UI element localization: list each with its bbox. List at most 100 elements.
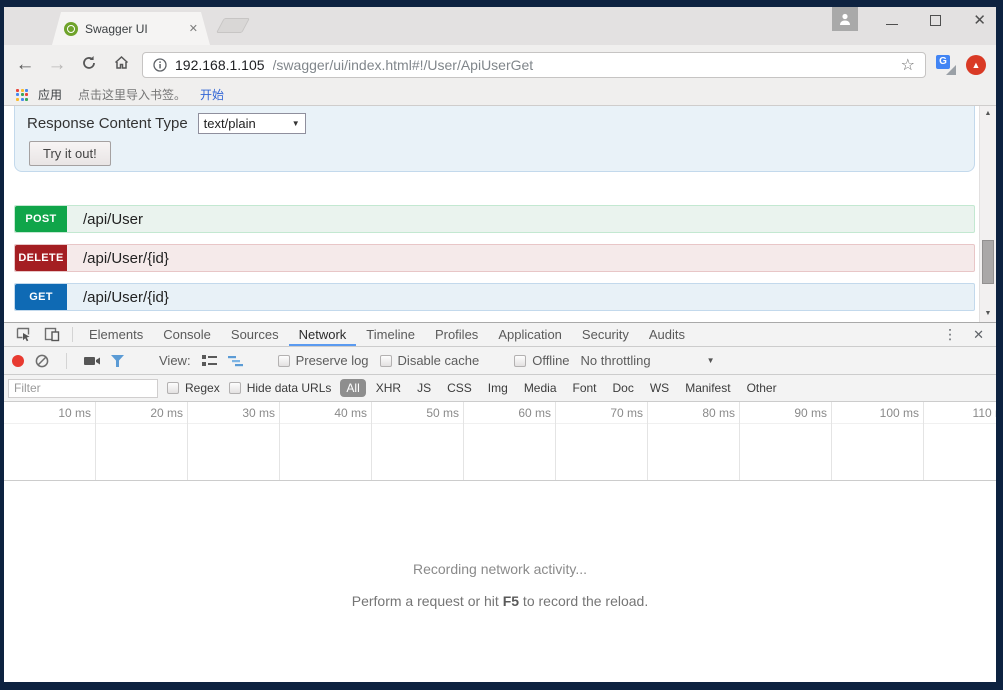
apps-grid-icon[interactable]	[16, 89, 28, 101]
resource-type-filter[interactable]: CSS	[441, 379, 478, 397]
forward-icon[interactable]: →	[46, 55, 68, 74]
preserve-log-label: Preserve log	[296, 353, 369, 368]
page-scrollbar[interactable]: ▲ ▼	[979, 106, 996, 322]
ruler-tick-label: 20 ms	[96, 402, 187, 424]
preserve-log-checkbox[interactable]	[278, 355, 290, 367]
endpoints-list: POST /api/User DELETE /api/User/{id} GET…	[4, 106, 996, 322]
ruler-column: 20 ms	[96, 402, 188, 480]
devtools-tab[interactable]: Elements	[79, 323, 153, 346]
http-method-badge: DELETE	[15, 245, 67, 271]
resource-type-filter[interactable]: WS	[644, 379, 675, 397]
profile-avatar-icon[interactable]	[832, 7, 858, 31]
ruler-tick-label: 100 ms	[832, 402, 923, 424]
endpoint-row[interactable]: GET /api/User/{id}	[14, 283, 975, 311]
resource-type-filter[interactable]: XHR	[370, 379, 407, 397]
maximize-button-icon[interactable]	[930, 15, 941, 26]
ruler-tick-label: 80 ms	[648, 402, 739, 424]
close-window-icon[interactable]: ✕	[973, 13, 986, 28]
devtools-tab[interactable]: Application	[488, 323, 572, 346]
devtools-tab[interactable]: Timeline	[356, 323, 425, 346]
view-waterfall-icon[interactable]	[228, 355, 243, 367]
tab-close-icon[interactable]: ✕	[189, 22, 198, 35]
minimize-button-icon[interactable]	[886, 24, 898, 26]
endpoint-row[interactable]: DELETE /api/User/{id}	[14, 244, 975, 272]
devtools-tab[interactable]: Profiles	[425, 323, 488, 346]
ruler-tick-label: 110 ms	[924, 402, 996, 424]
bookmarks-bar: 应用 点击这里导入书签。 开始	[4, 84, 996, 106]
endpoint-path: /api/User/{id}	[83, 289, 169, 306]
throttling-value: No throttling	[581, 353, 651, 368]
capture-screenshots-icon[interactable]	[84, 355, 100, 367]
devtools-tab[interactable]: Security	[572, 323, 639, 346]
throttling-dropdown[interactable]: No throttling ▼	[581, 353, 715, 368]
regex-checkbox[interactable]	[167, 382, 179, 394]
filter-input[interactable]	[8, 379, 158, 398]
swagger-page: Response Content Type text/plain ▼ Try i…	[4, 106, 996, 322]
inspect-element-icon[interactable]	[10, 323, 38, 346]
devtools-tab[interactable]: Sources	[221, 323, 289, 346]
translate-extension-icon[interactable]: G	[936, 55, 956, 75]
network-filterbar: Regex Hide data URLs All XHR JS CSS Img	[4, 375, 996, 402]
network-log-empty-area: Recording network activity... Perform a …	[4, 481, 996, 682]
page-info-icon[interactable]	[153, 58, 167, 72]
view-list-icon[interactable]	[202, 355, 217, 367]
ruler-tick-label: 40 ms	[280, 402, 371, 424]
clear-icon[interactable]	[35, 354, 49, 368]
ruler-tick-label: 90 ms	[740, 402, 831, 424]
devtools-tab[interactable]: Audits	[639, 323, 695, 346]
recording-message: Recording network activity...	[4, 561, 996, 577]
person-icon	[838, 12, 852, 26]
new-tab-button[interactable]	[216, 18, 250, 33]
reload-icon[interactable]	[78, 55, 100, 75]
resource-type-filter[interactable]: Img	[482, 379, 514, 397]
resource-type-filter[interactable]: Manifest	[679, 379, 736, 397]
devtools-panel: Elements Console Sources Network Timelin…	[4, 322, 996, 682]
ruler-column: 90 ms	[740, 402, 832, 480]
record-button-icon[interactable]	[12, 355, 24, 367]
resource-type-filter[interactable]: Media	[518, 379, 563, 397]
ruler-column: 50 ms	[372, 402, 464, 480]
dropdown-arrow-icon: ▼	[707, 356, 715, 365]
red-extension-icon[interactable]: ▲	[966, 55, 986, 75]
resource-type-filter[interactable]: Other	[741, 379, 783, 397]
devtools-tabbar: Elements Console Sources Network Timelin…	[4, 323, 996, 347]
scroll-down-icon[interactable]: ▼	[980, 306, 996, 322]
disable-cache-label: Disable cache	[398, 353, 480, 368]
devtools-tab[interactable]: Console	[153, 323, 221, 346]
offline-label: Offline	[532, 353, 569, 368]
resource-type-filter[interactable]: All	[340, 379, 365, 397]
back-icon[interactable]: ←	[14, 55, 36, 74]
devtools-close-icon[interactable]: ✕	[973, 327, 984, 343]
browser-tab[interactable]: Swagger UI ✕	[52, 12, 210, 45]
network-toolbar: View: Preserve log Disable cache Offline…	[4, 347, 996, 375]
resource-type-filter[interactable]: Font	[567, 379, 603, 397]
regex-label: Regex	[185, 381, 220, 395]
offline-checkbox[interactable]	[514, 355, 526, 367]
home-icon[interactable]	[110, 54, 132, 75]
ruler-tick-label: 30 ms	[188, 402, 279, 424]
apps-label[interactable]: 应用	[38, 86, 62, 103]
resource-type-filter[interactable]: Doc	[607, 379, 640, 397]
devtools-tab[interactable]: Network	[289, 323, 357, 346]
bookmark-star-icon[interactable]: ☆	[901, 55, 915, 75]
scroll-up-icon[interactable]: ▲	[980, 106, 996, 122]
resource-type-filter[interactable]: JS	[411, 379, 437, 397]
separator	[66, 353, 67, 369]
filter-funnel-icon[interactable]	[111, 355, 124, 367]
device-toolbar-icon[interactable]	[38, 323, 66, 346]
translate-letter: G	[936, 55, 950, 69]
ruler-tick-label: 60 ms	[464, 402, 555, 424]
ruler-tick-label: 50 ms	[372, 402, 463, 424]
hide-data-urls-checkbox[interactable]	[229, 382, 241, 394]
devtools-menu-icon[interactable]: ⋮	[943, 326, 957, 343]
ruler-column: 60 ms	[464, 402, 556, 480]
disable-cache-checkbox[interactable]	[380, 355, 392, 367]
scrollbar-thumb[interactable]	[982, 240, 994, 284]
ruler-tick-label: 70 ms	[556, 402, 647, 424]
start-bookmark-link[interactable]: 开始	[200, 86, 224, 103]
devtools-tabbar-right: ⋮ ✕	[943, 323, 990, 346]
endpoint-row[interactable]: POST /api/User	[14, 205, 975, 233]
ruler-column: 100 ms	[832, 402, 924, 480]
address-bar[interactable]: 192.168.1.105/swagger/ui/index.html#!/Us…	[142, 52, 926, 78]
http-method-badge: GET	[15, 284, 67, 310]
